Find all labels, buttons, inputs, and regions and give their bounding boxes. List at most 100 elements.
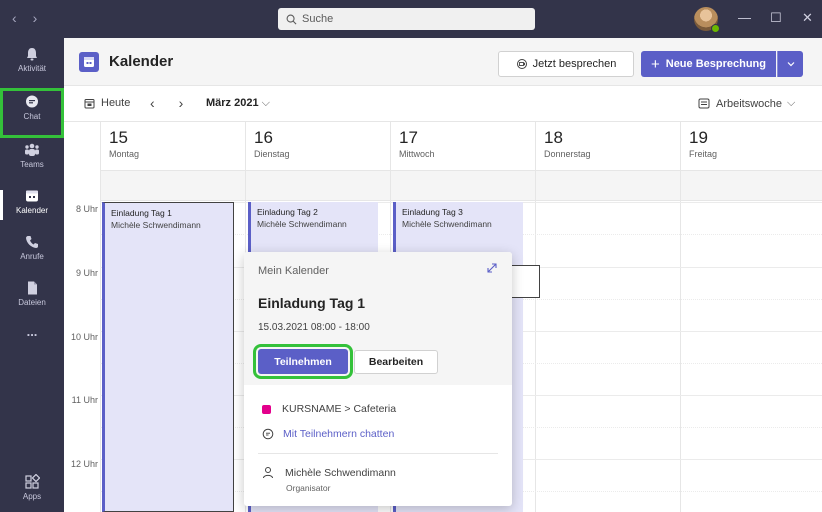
rail-item-chat[interactable]: Chat [0, 88, 64, 138]
rail-item-calendar[interactable]: Kalender [0, 182, 64, 232]
day-name: Dienstag [254, 149, 290, 159]
chat-icon [262, 428, 274, 440]
rail-item-files[interactable]: Dateien [0, 274, 64, 324]
rail-label: Anrufe [20, 252, 44, 261]
back-button[interactable]: ‹ [12, 10, 17, 26]
event-day-1[interactable]: Einladung Tag 1 Michèle Schwendimann [102, 202, 234, 512]
day-header-friday[interactable]: 19 Freitag [680, 122, 822, 170]
today-label: Heute [101, 97, 131, 109]
day-number: 18 [544, 128, 563, 147]
calendar-icon [26, 190, 38, 202]
new-meeting-button[interactable]: + Neue Besprechung [641, 51, 776, 77]
minimize-button[interactable]: — [738, 10, 751, 25]
day-number: 16 [254, 128, 273, 147]
page-title: Kalender [109, 53, 174, 70]
chevron-down-icon: ⌵ [261, 97, 270, 109]
calendar-icon [79, 52, 99, 72]
search-input[interactable]: Suche [278, 8, 535, 30]
day-number: 17 [399, 128, 418, 147]
hour-label: 11 Uhr [71, 395, 98, 405]
month-label: März 2021 [206, 97, 259, 109]
file-icon [28, 281, 37, 295]
rail-item-activity[interactable]: Aktivität [0, 40, 64, 90]
view-icon [698, 98, 710, 109]
organizer-row[interactable]: Michèle Schwendimann [262, 466, 396, 479]
maximize-button[interactable]: ☐ [770, 10, 782, 26]
app-rail: Aktivität Chat Teams Kalender Anrufe Dat… [0, 38, 64, 512]
event-organizer: Michèle Schwendimann [402, 219, 492, 229]
day-header-thursday[interactable]: 18 Donnerstag [535, 122, 680, 170]
popup-calendar-name: Mein Kalender [258, 265, 329, 277]
hour-label: 12 Uhr [70, 459, 98, 469]
popup-divider [258, 453, 498, 454]
plus-icon: + [650, 55, 660, 73]
organizer-role: Organisator [286, 483, 331, 493]
day-header-wednesday[interactable]: 17 Mittwoch [390, 122, 535, 170]
rail-label: Aktivität [17, 64, 46, 73]
rail-label: Apps [22, 492, 42, 501]
popup-event-time: 15.03.2021 08:00 - 18:00 [258, 322, 370, 333]
day-name: Donnerstag [544, 149, 591, 159]
column-divider [535, 170, 536, 512]
rail-label: Teams [20, 160, 44, 169]
event-title: Einladung Tag 2 [257, 207, 318, 217]
day-name: Montag [109, 149, 140, 159]
next-week-button[interactable]: › [179, 95, 184, 111]
day-number: 19 [689, 128, 708, 147]
meet-now-label: Jetzt besprechen [532, 58, 617, 70]
previous-week-button[interactable]: ‹ [150, 95, 155, 111]
view-switcher[interactable]: Arbeitswoche ⌵ [698, 97, 795, 110]
rail-label: Dateien [18, 298, 46, 307]
day-number: 15 [109, 128, 128, 147]
popup-event-title: Einladung Tag 1 [258, 295, 366, 311]
join-button[interactable]: Teilnehmen [253, 344, 353, 379]
day-name: Freitag [689, 149, 718, 159]
column-divider [100, 170, 101, 512]
person-icon [263, 467, 273, 479]
chevron-down-icon [787, 62, 794, 67]
month-picker[interactable]: März 2021 ⌵ [206, 97, 270, 110]
meet-now-button[interactable]: Jetzt besprechen [498, 51, 634, 77]
today-button[interactable]: Heute [84, 97, 130, 109]
chat-with-participants-link[interactable]: Mit Teilnehmern chatten [262, 428, 394, 440]
event-title: Einladung Tag 1 [111, 208, 172, 218]
event-title: Einladung Tag 3 [402, 207, 463, 217]
video-camera-icon [516, 59, 527, 69]
new-meeting-dropdown[interactable] [777, 51, 803, 77]
edit-button[interactable]: Bearbeiten [354, 350, 438, 374]
calendar-today-icon [84, 98, 95, 108]
day-name: Mittwoch [399, 149, 435, 159]
rail-item-calls[interactable]: Anrufe [0, 228, 64, 278]
day-header-tuesday[interactable]: 16 Dienstag [245, 122, 390, 170]
organizer-name: Michèle Schwendimann [285, 466, 396, 479]
chat-link-label: Mit Teilnehmern chatten [283, 428, 395, 440]
expand-icon[interactable] [486, 262, 498, 277]
forward-button[interactable]: › [33, 10, 38, 26]
rail-label: Chat [23, 112, 41, 121]
rail-item-more[interactable]: ... [0, 318, 64, 368]
close-button[interactable]: ✕ [802, 10, 813, 26]
rail-item-teams[interactable]: Teams [0, 136, 64, 186]
view-label: Arbeitswoche [716, 97, 783, 110]
presence-icon [711, 24, 720, 33]
event-popup: Mein Kalender Einladung Tag 1 15.03.2021… [244, 252, 512, 506]
search-icon [286, 14, 297, 24]
chevron-down-icon: ⌵ [787, 97, 796, 109]
teams-icon [25, 143, 39, 156]
hour-label: 8 Uhr [75, 204, 98, 214]
event-organizer: Michèle Schwendimann [111, 220, 201, 230]
rail-item-apps[interactable]: Apps [0, 468, 64, 512]
bell-icon [27, 48, 37, 61]
event-organizer: Michèle Schwendimann [257, 219, 347, 229]
title-bar: ‹ › Suche — ☐ ✕ [0, 0, 822, 38]
all-day-row[interactable] [100, 170, 822, 201]
phone-icon [26, 236, 38, 248]
day-header-monday[interactable]: 15 Montag [100, 122, 245, 170]
new-meeting-label: Neue Besprechung [665, 58, 766, 70]
user-avatar[interactable] [694, 7, 720, 33]
hour-label: 9 Uhr [75, 268, 98, 278]
channel-row[interactable]: KURSNAME > Cafeteria [262, 403, 396, 415]
calendar-toolbar: Heute ‹ › März 2021 ⌵ Arbeitswoche ⌵ [64, 86, 822, 122]
history-nav: ‹ › [12, 10, 49, 26]
channel-icon [262, 404, 271, 414]
